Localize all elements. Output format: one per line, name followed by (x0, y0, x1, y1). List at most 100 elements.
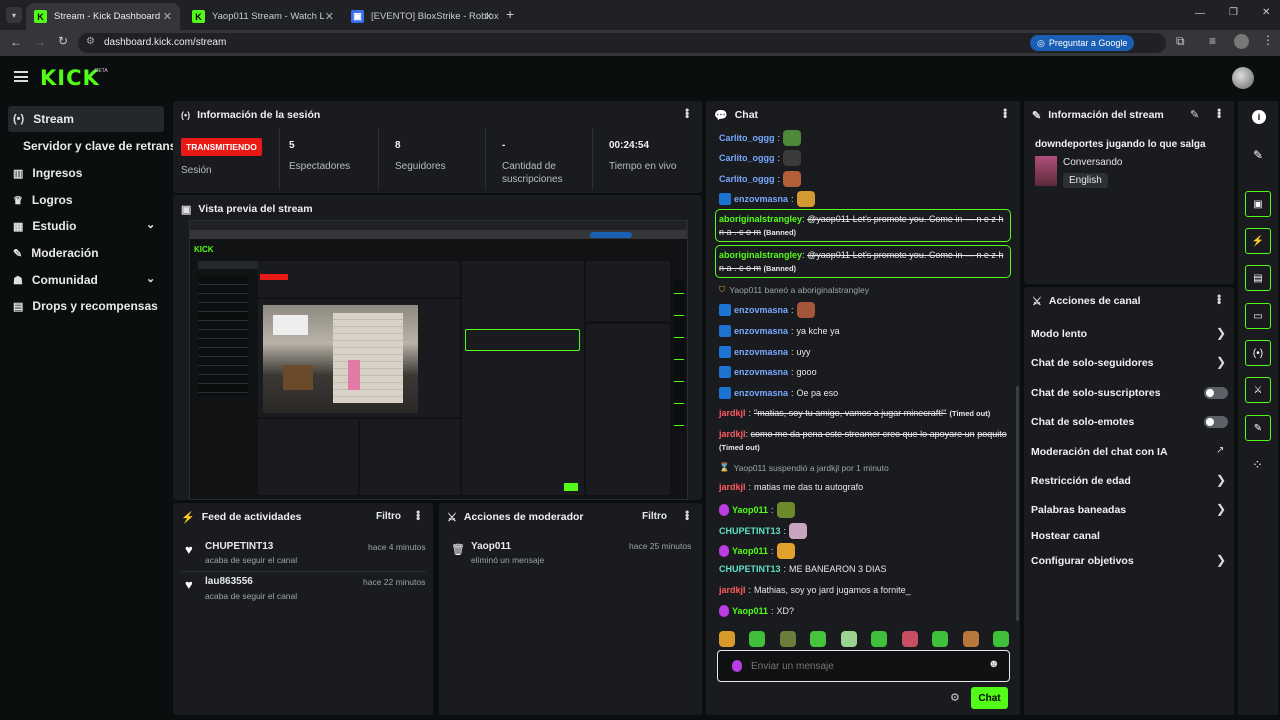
chat-username[interactable]: Yaop011 (732, 606, 768, 616)
emote-icon[interactable] (810, 631, 827, 647)
layout-icon[interactable]: ⁘ (1252, 457, 1263, 473)
hamburger-menu-icon[interactable] (14, 71, 28, 82)
emote-icon[interactable] (901, 631, 918, 647)
chat-username[interactable]: CHUPETINT13 (719, 526, 781, 536)
send-chat-button[interactable]: Chat (971, 687, 1008, 709)
emote-icon[interactable] (932, 631, 949, 647)
preview-toggle-button[interactable]: ▣ (1245, 191, 1271, 217)
channel-actions-toggle-button[interactable]: ✎ (1245, 415, 1271, 441)
setting-followers-only[interactable]: Chat de solo-seguidores (1031, 357, 1154, 369)
more-options-icon[interactable]: ••• (680, 510, 694, 520)
kick-logo[interactable]: KICK (40, 66, 100, 90)
chat-username[interactable]: enzovmasna (734, 388, 788, 398)
more-options-icon[interactable]: ••• (680, 108, 694, 118)
setting-host-channel[interactable]: Hostear canal (1031, 530, 1100, 542)
emote-icon[interactable] (992, 631, 1009, 647)
mod-action-user[interactable]: Yaop011 (471, 541, 511, 552)
new-tab-icon[interactable]: + (506, 6, 514, 22)
chevron-right-icon[interactable]: ❯ (1216, 355, 1226, 369)
chat-username[interactable]: jardkjl (719, 429, 746, 439)
site-info-icon[interactable]: ⚙ (86, 36, 95, 47)
notes-toggle-button[interactable]: ▤ (1245, 265, 1271, 291)
chat-username[interactable]: jardkjl (719, 408, 746, 418)
media-icon[interactable]: ≡ (1209, 34, 1216, 48)
tab-roblox[interactable]: ▣ [EVENTO] BloxStrike - Roblox ✕ (343, 3, 501, 30)
ask-google-button[interactable]: ◎ Preguntar a Google (1030, 35, 1135, 51)
chevron-right-icon[interactable]: ❯ (1216, 553, 1226, 567)
chat-username[interactable]: CHUPETINT13 (719, 564, 781, 574)
chat-username[interactable]: Yaop011 (732, 505, 768, 515)
tab-yaop011-stream[interactable]: K Yaop011 Stream - Watch Live o ✕ (184, 3, 342, 30)
close-icon[interactable]: ✕ (163, 10, 172, 23)
emote-icon[interactable] (749, 631, 766, 647)
setting-configure-goals[interactable]: Configurar objetivos (1031, 555, 1134, 567)
profile-avatar[interactable] (1234, 34, 1249, 49)
sidebar-item-estudio[interactable]: ▦ Estudio ⌄ (8, 213, 164, 239)
external-link-icon[interactable]: ↗ (1216, 445, 1224, 456)
chat-message-input[interactable] (751, 657, 971, 675)
chat-username[interactable]: Carlito_oggg (719, 133, 775, 143)
info-icon[interactable]: i (1252, 110, 1266, 124)
window-close-icon[interactable]: ✕ (1262, 7, 1270, 18)
restore-icon[interactable]: ❐ (1229, 7, 1238, 18)
sidebar-item-drops[interactable]: ▤ Drops y recompensas (8, 293, 164, 319)
emote-icon[interactable] (962, 631, 979, 647)
more-options-icon[interactable]: ••• (1212, 294, 1226, 304)
chat-username[interactable]: aboriginalstrangley (719, 214, 802, 224)
chat-username[interactable]: jardkjl (719, 585, 746, 595)
sidebar-item-server-key[interactable]: Servidor y clave de retransm (18, 133, 174, 159)
chat-username[interactable]: enzovmasna (734, 367, 788, 377)
activity-user[interactable]: lau863556 (205, 576, 253, 587)
chat-username[interactable]: aboriginalstrangley (719, 250, 802, 260)
setting-banned-words[interactable]: Palabras baneadas (1031, 504, 1126, 516)
chevron-right-icon[interactable]: ❯ (1216, 473, 1226, 487)
chevron-right-icon[interactable]: ❯ (1216, 502, 1226, 516)
sidebar-item-comunidad[interactable]: ☗ Comunidad ⌄ (8, 267, 164, 293)
sidebar-item-ingresos[interactable]: ▥ Ingresos (8, 160, 164, 186)
emote-icon[interactable] (871, 631, 888, 647)
stream-preview-video[interactable]: KICK (189, 220, 688, 500)
forward-icon[interactable]: → (34, 35, 46, 49)
setting-age-restriction[interactable]: Restricción de edad (1031, 475, 1131, 487)
chat-toggle-button[interactable]: ▭ (1245, 303, 1271, 329)
emote-icon[interactable] (779, 631, 796, 647)
tab-kick-dashboard[interactable]: K Stream - Kick Dashboard ✕ (26, 3, 180, 30)
emote-icon[interactable] (840, 631, 857, 647)
chat-settings-gear-icon[interactable]: ⚙ (950, 691, 960, 704)
chat-username[interactable]: Carlito_oggg (719, 153, 775, 163)
emoji-icon[interactable]: ☻ (988, 658, 1000, 670)
activity-user[interactable]: CHUPETINT13 (205, 541, 273, 552)
chevron-right-icon[interactable]: ❯ (1216, 326, 1226, 340)
more-options-icon[interactable]: ••• (998, 108, 1012, 118)
close-icon[interactable]: ✕ (325, 10, 334, 23)
mod-actions-toggle-button[interactable]: ⚔ (1245, 377, 1271, 403)
filter-button[interactable]: Filtro (642, 511, 667, 522)
emote-icon[interactable] (719, 631, 735, 647)
session-toggle-button[interactable]: (•) (1245, 340, 1271, 366)
chat-username[interactable]: enzovmasna (734, 194, 788, 204)
sidebar-item-moderacion[interactable]: ✎ Moderación (8, 240, 164, 266)
sidebar-item-stream[interactable]: (•) Stream (8, 106, 164, 132)
chevron-down-icon[interactable]: ⌄ (146, 272, 155, 285)
chat-username[interactable]: enzovmasna (734, 305, 788, 315)
emotes-only-toggle[interactable] (1204, 416, 1228, 428)
chat-username[interactable]: jardkjl (719, 482, 746, 492)
more-options-icon[interactable]: ••• (411, 510, 425, 520)
browser-menu-icon[interactable]: ⋮ (1262, 33, 1274, 47)
close-icon[interactable]: ✕ (484, 10, 493, 23)
chat-username[interactable]: enzovmasna (734, 326, 788, 336)
pencil-icon[interactable]: ✎ (1253, 148, 1263, 162)
setting-ai-moderation[interactable]: Moderación del chat con IA (1031, 446, 1168, 458)
filter-button[interactable]: Filtro (376, 511, 401, 522)
sidebar-item-logros[interactable]: ♛ Logros (8, 187, 164, 213)
address-field[interactable]: ⚙ dashboard.kick.com/stream ◎ Preguntar … (78, 33, 1166, 53)
activity-toggle-button[interactable]: ⚡ (1245, 228, 1271, 254)
chat-scrollbar[interactable] (1016, 386, 1019, 621)
more-options-icon[interactable]: ••• (1212, 108, 1226, 118)
extensions-icon[interactable]: ⧉ (1176, 34, 1185, 49)
minimize-icon[interactable]: — (1195, 8, 1205, 19)
stream-category[interactable]: Conversando (1063, 157, 1122, 168)
chat-username[interactable]: Carlito_oggg (719, 174, 775, 184)
back-icon[interactable]: ← (10, 35, 22, 49)
tab-search-icon[interactable]: ▾ (6, 7, 22, 23)
